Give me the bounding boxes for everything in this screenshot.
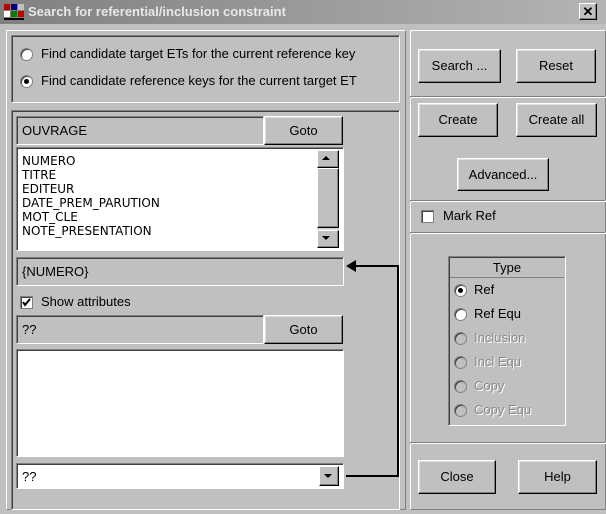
target-attribute-items: NUMERO TITRE EDITEUR DATE_PREM_PARUTION MOT_… [22, 154, 312, 238]
scroll-up-icon[interactable] [317, 150, 339, 168]
show-attributes-label: Show attributes [41, 294, 131, 309]
divider [410, 232, 606, 234]
reference-key-dropdown[interactable]: ?? [16, 463, 344, 489]
app-icon [4, 4, 24, 20]
type-radio [454, 380, 467, 393]
divider [410, 442, 606, 444]
type-option: Copy Equ [452, 400, 562, 422]
create-button[interactable]: Create [418, 103, 498, 137]
type-option: Copy [452, 376, 562, 398]
type-radio[interactable] [454, 308, 467, 321]
divider [410, 96, 606, 98]
title-bar[interactable]: Search for referential/inclusion constra… [0, 0, 606, 24]
check-icon [22, 298, 31, 307]
reset-button[interactable]: Reset [516, 49, 596, 83]
mode-label-reference-keys: Find candidate reference keys for the cu… [41, 73, 357, 88]
mode-radio-target-ets[interactable] [20, 48, 33, 61]
target-key: {NUMERO} [22, 264, 89, 279]
reference-et-name-field: ?? [16, 315, 264, 344]
mode-label-target-ets: Find candidate target ETs for the curren… [41, 46, 356, 61]
list-item[interactable]: EDITEUR [22, 182, 312, 196]
type-option[interactable]: Ref Equ [452, 304, 562, 326]
type-option: Inclusion [452, 328, 562, 350]
type-option-label: Ref Equ [474, 306, 521, 321]
type-option-label: Ref [474, 282, 495, 297]
list-item[interactable]: NOTE_PRESENTATION [22, 224, 312, 238]
target-list-scrollbar[interactable] [317, 150, 339, 248]
type-radio[interactable] [454, 284, 467, 297]
create-all-button[interactable]: Create all [516, 103, 597, 137]
help-button[interactable]: Help [518, 460, 597, 494]
type-radio [454, 332, 467, 345]
mark-ref-checkbox[interactable] [421, 210, 434, 223]
divider [410, 200, 606, 202]
type-group-title: Type [450, 258, 564, 278]
type-option-label: Copy Equ [474, 402, 532, 417]
type-radio [454, 356, 467, 369]
reference-et-goto-button[interactable]: Goto [264, 315, 343, 344]
type-option: Incl Equ [452, 352, 562, 374]
type-option[interactable]: Ref [452, 280, 562, 302]
dialog-window: Search for referential/inclusion constra… [0, 0, 606, 514]
type-option-label: Inclusion [474, 330, 526, 345]
list-item[interactable]: DATE_PREM_PARUTION [22, 196, 312, 210]
advanced-button[interactable]: Advanced... [457, 158, 549, 191]
chevron-down-icon[interactable] [319, 466, 339, 486]
target-attribute-list[interactable]: NUMERO TITRE EDITEUR DATE_PREM_PARUTION MOT_… [16, 147, 344, 251]
show-attributes-checkbox[interactable] [20, 296, 33, 309]
reference-key-value: ?? [22, 469, 37, 484]
target-et-goto-button[interactable]: Goto [264, 116, 343, 145]
target-et-name-field: OUVRAGE [16, 116, 264, 145]
close-icon[interactable]: ✕ [579, 3, 597, 20]
reference-attribute-list[interactable] [16, 349, 344, 457]
type-options: Ref Ref Equ Inclusion Incl Equ Copy Copy Equ [452, 280, 562, 424]
type-radio [454, 404, 467, 417]
target-key-field: {NUMERO} [16, 257, 344, 286]
scroll-thumb[interactable] [317, 168, 339, 228]
target-et-name: OUVRAGE [22, 123, 88, 138]
type-option-label: Incl Equ [474, 354, 521, 369]
search-button[interactable]: Search ... [418, 49, 501, 83]
close-button[interactable]: Close [418, 460, 496, 494]
arrow-left-icon [346, 260, 399, 477]
list-item[interactable]: TITRE [22, 168, 312, 182]
reference-et-name: ?? [22, 322, 37, 337]
window-title: Search for referential/inclusion constra… [28, 4, 286, 19]
list-item[interactable]: NUMERO [22, 154, 312, 168]
mode-radio-reference-keys[interactable] [20, 75, 33, 88]
mark-ref-label: Mark Ref [443, 208, 496, 223]
list-item[interactable]: MOT_CLE [22, 210, 312, 224]
scroll-down-icon[interactable] [317, 230, 339, 248]
type-option-label: Copy [474, 378, 505, 393]
